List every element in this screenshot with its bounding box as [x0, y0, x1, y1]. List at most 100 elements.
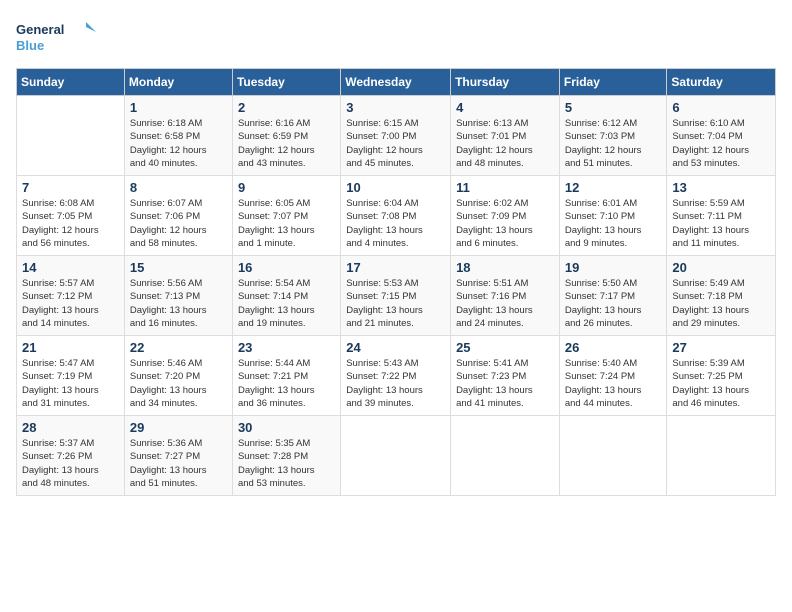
- day-number: 23: [238, 340, 335, 355]
- calendar-body: 1Sunrise: 6:18 AMSunset: 6:58 PMDaylight…: [17, 96, 776, 496]
- day-info: Sunrise: 5:40 AMSunset: 7:24 PMDaylight:…: [565, 357, 662, 410]
- day-info: Sunrise: 5:47 AMSunset: 7:19 PMDaylight:…: [22, 357, 119, 410]
- header-cell-wednesday: Wednesday: [341, 69, 451, 96]
- day-number: 24: [346, 340, 445, 355]
- day-number: 19: [565, 260, 662, 275]
- calendar-cell: 9 Sunrise: 6:05 AMSunset: 7:07 PMDaylight…: [232, 176, 340, 256]
- header-cell-thursday: Thursday: [451, 69, 560, 96]
- day-number: 14: [22, 260, 119, 275]
- day-info: Sunrise: 6:16 AMSunset: 6:59 PMDaylight:…: [238, 117, 335, 170]
- calendar-week-4: 21 Sunrise: 5:47 AMSunset: 7:19 PMDayligh…: [17, 336, 776, 416]
- calendar-cell: 7 Sunrise: 6:08 AMSunset: 7:05 PMDaylight…: [17, 176, 125, 256]
- calendar-cell: 19 Sunrise: 5:50 AMSunset: 7:17 PMDayligh…: [559, 256, 667, 336]
- day-info: Sunrise: 5:39 AMSunset: 7:25 PMDaylight:…: [672, 357, 770, 410]
- day-number: 28: [22, 420, 119, 435]
- calendar-cell: 1Sunrise: 6:18 AMSunset: 6:58 PMDaylight…: [124, 96, 232, 176]
- calendar-cell: 26 Sunrise: 5:40 AMSunset: 7:24 PMDayligh…: [559, 336, 667, 416]
- day-number: 21: [22, 340, 119, 355]
- calendar-cell: 15 Sunrise: 5:56 AMSunset: 7:13 PMDayligh…: [124, 256, 232, 336]
- header-cell-sunday: Sunday: [17, 69, 125, 96]
- header-cell-monday: Monday: [124, 69, 232, 96]
- day-info: Sunrise: 6:01 AMSunset: 7:10 PMDaylight:…: [565, 197, 662, 250]
- calendar-cell: 30Sunrise: 5:35 AMSunset: 7:28 PMDayligh…: [232, 416, 340, 496]
- calendar-table: SundayMondayTuesdayWednesdayThursdayFrid…: [16, 68, 776, 496]
- calendar-week-5: 28 Sunrise: 5:37 AMSunset: 7:26 PMDayligh…: [17, 416, 776, 496]
- calendar-cell: 21 Sunrise: 5:47 AMSunset: 7:19 PMDayligh…: [17, 336, 125, 416]
- day-number: 20: [672, 260, 770, 275]
- day-number: 15: [130, 260, 227, 275]
- day-info: Sunrise: 6:15 AMSunset: 7:00 PMDaylight:…: [346, 117, 445, 170]
- day-info: Sunrise: 5:37 AMSunset: 7:26 PMDaylight:…: [22, 437, 119, 490]
- logo: General Blue: [16, 16, 96, 56]
- calendar-cell: 27Sunrise: 5:39 AMSunset: 7:25 PMDayligh…: [667, 336, 776, 416]
- day-info: Sunrise: 6:13 AMSunset: 7:01 PMDaylight:…: [456, 117, 554, 170]
- calendar-cell: 6 Sunrise: 6:10 AMSunset: 7:04 PMDaylight…: [667, 96, 776, 176]
- day-info: Sunrise: 6:05 AMSunset: 7:07 PMDaylight:…: [238, 197, 335, 250]
- day-info: Sunrise: 6:12 AMSunset: 7:03 PMDaylight:…: [565, 117, 662, 170]
- day-info: Sunrise: 5:53 AMSunset: 7:15 PMDaylight:…: [346, 277, 445, 330]
- svg-text:Blue: Blue: [16, 38, 44, 53]
- day-number: 16: [238, 260, 335, 275]
- day-info: Sunrise: 5:36 AMSunset: 7:27 PMDaylight:…: [130, 437, 227, 490]
- calendar-cell: 22Sunrise: 5:46 AMSunset: 7:20 PMDayligh…: [124, 336, 232, 416]
- day-number: 6: [672, 100, 770, 115]
- day-number: 1: [130, 100, 227, 115]
- day-info: Sunrise: 6:04 AMSunset: 7:08 PMDaylight:…: [346, 197, 445, 250]
- calendar-cell: 25 Sunrise: 5:41 AMSunset: 7:23 PMDayligh…: [451, 336, 560, 416]
- header-row: SundayMondayTuesdayWednesdayThursdayFrid…: [17, 69, 776, 96]
- day-number: 11: [456, 180, 554, 195]
- day-number: 25: [456, 340, 554, 355]
- calendar-cell: 5Sunrise: 6:12 AMSunset: 7:03 PMDaylight…: [559, 96, 667, 176]
- calendar-header: SundayMondayTuesdayWednesdayThursdayFrid…: [17, 69, 776, 96]
- calendar-cell: 10 Sunrise: 6:04 AMSunset: 7:08 PMDayligh…: [341, 176, 451, 256]
- day-info: Sunrise: 5:54 AMSunset: 7:14 PMDaylight:…: [238, 277, 335, 330]
- calendar-cell: [341, 416, 451, 496]
- header: General Blue: [16, 16, 776, 56]
- calendar-cell: 4 Sunrise: 6:13 AMSunset: 7:01 PMDaylight…: [451, 96, 560, 176]
- calendar-cell: 11Sunrise: 6:02 AMSunset: 7:09 PMDayligh…: [451, 176, 560, 256]
- calendar-cell: 20 Sunrise: 5:49 AMSunset: 7:18 PMDayligh…: [667, 256, 776, 336]
- day-number: 9: [238, 180, 335, 195]
- day-info: Sunrise: 5:44 AMSunset: 7:21 PMDaylight:…: [238, 357, 335, 410]
- day-number: 3: [346, 100, 445, 115]
- day-number: 8: [130, 180, 227, 195]
- day-info: Sunrise: 5:50 AMSunset: 7:17 PMDaylight:…: [565, 277, 662, 330]
- day-info: Sunrise: 6:08 AMSunset: 7:05 PMDaylight:…: [22, 197, 119, 250]
- calendar-cell: [451, 416, 560, 496]
- calendar-week-1: 1Sunrise: 6:18 AMSunset: 6:58 PMDaylight…: [17, 96, 776, 176]
- day-info: Sunrise: 5:51 AMSunset: 7:16 PMDaylight:…: [456, 277, 554, 330]
- day-number: 2: [238, 100, 335, 115]
- day-number: 26: [565, 340, 662, 355]
- header-cell-saturday: Saturday: [667, 69, 776, 96]
- calendar-cell: 29 Sunrise: 5:36 AMSunset: 7:27 PMDayligh…: [124, 416, 232, 496]
- day-info: Sunrise: 5:49 AMSunset: 7:18 PMDaylight:…: [672, 277, 770, 330]
- day-info: Sunrise: 5:46 AMSunset: 7:20 PMDaylight:…: [130, 357, 227, 410]
- svg-text:General: General: [16, 22, 64, 37]
- calendar-cell: 13Sunrise: 5:59 AMSunset: 7:11 PMDayligh…: [667, 176, 776, 256]
- calendar-cell: [559, 416, 667, 496]
- header-cell-friday: Friday: [559, 69, 667, 96]
- day-number: 30: [238, 420, 335, 435]
- calendar-cell: 3 Sunrise: 6:15 AMSunset: 7:00 PMDaylight…: [341, 96, 451, 176]
- day-number: 4: [456, 100, 554, 115]
- calendar-cell: 28 Sunrise: 5:37 AMSunset: 7:26 PMDayligh…: [17, 416, 125, 496]
- day-info: Sunrise: 5:41 AMSunset: 7:23 PMDaylight:…: [456, 357, 554, 410]
- calendar-week-3: 14Sunrise: 5:57 AMSunset: 7:12 PMDayligh…: [17, 256, 776, 336]
- calendar-cell: 16 Sunrise: 5:54 AMSunset: 7:14 PMDayligh…: [232, 256, 340, 336]
- calendar-week-2: 7 Sunrise: 6:08 AMSunset: 7:05 PMDaylight…: [17, 176, 776, 256]
- day-number: 12: [565, 180, 662, 195]
- day-info: Sunrise: 6:10 AMSunset: 7:04 PMDaylight:…: [672, 117, 770, 170]
- header-cell-tuesday: Tuesday: [232, 69, 340, 96]
- day-info: Sunrise: 5:56 AMSunset: 7:13 PMDaylight:…: [130, 277, 227, 330]
- day-number: 10: [346, 180, 445, 195]
- calendar-cell: 17 Sunrise: 5:53 AMSunset: 7:15 PMDayligh…: [341, 256, 451, 336]
- day-number: 17: [346, 260, 445, 275]
- calendar-cell: 18Sunrise: 5:51 AMSunset: 7:16 PMDayligh…: [451, 256, 560, 336]
- day-info: Sunrise: 6:07 AMSunset: 7:06 PMDaylight:…: [130, 197, 227, 250]
- calendar-cell: [667, 416, 776, 496]
- calendar-cell: 8 Sunrise: 6:07 AMSunset: 7:06 PMDaylight…: [124, 176, 232, 256]
- calendar-cell: 23 Sunrise: 5:44 AMSunset: 7:21 PMDayligh…: [232, 336, 340, 416]
- day-number: 29: [130, 420, 227, 435]
- calendar-cell: [17, 96, 125, 176]
- day-number: 7: [22, 180, 119, 195]
